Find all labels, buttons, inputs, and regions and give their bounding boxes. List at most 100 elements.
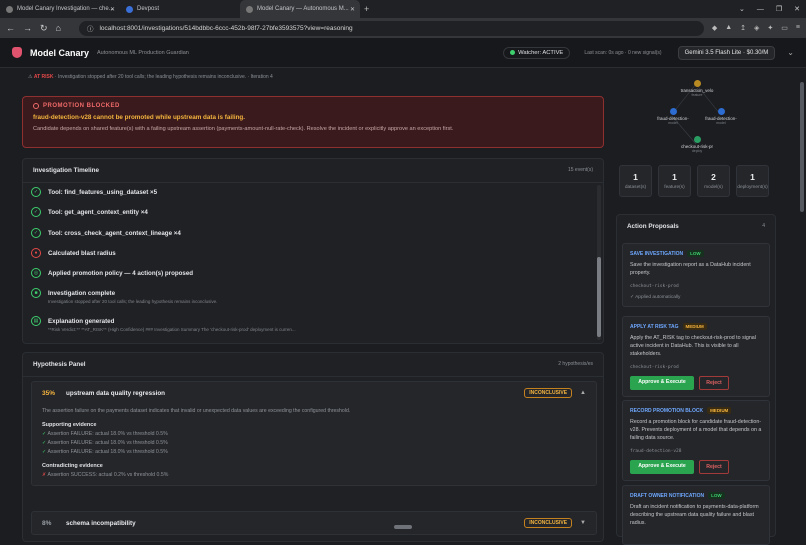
puzzle-icon[interactable]: ✦ [767, 24, 773, 32]
hypothesis-header[interactable]: 8% schema incompatibility INCONCLUSIVE ▼ [32, 512, 596, 534]
browser-tab[interactable]: Devpost [120, 0, 240, 18]
tab-favicon-icon [126, 5, 133, 13]
event-title: Tool: get_agent_context_entity ×4 [48, 209, 148, 216]
node-type: model [716, 121, 726, 125]
restore-icon[interactable]: ❐ [776, 5, 782, 13]
stat-label: deployment(s) [737, 185, 768, 190]
menu-icon[interactable]: ≡ [796, 24, 800, 32]
browser-tab[interactable]: Model Canary Investigation — che... ✕ [0, 0, 120, 18]
event-subtitle: **Risk Verdict:** **AT_RISK** (High Conf… [48, 327, 296, 332]
extension-icon[interactable]: ◈ [754, 24, 759, 32]
blocked-detail: Candidate depends on shared feature(s) w… [33, 126, 454, 132]
chevron-down-icon[interactable]: ▼ [580, 520, 586, 526]
right-column: transaction_velo feature fraud-detection-… [614, 68, 776, 545]
event-subtitle: Investigation stopped after 20 tool call… [48, 299, 218, 304]
blocked-icon [33, 103, 39, 109]
graph-node[interactable]: transaction_velo feature [676, 80, 718, 97]
action-desc: Record a promotion block for candidate f… [630, 419, 762, 441]
timeline-count: 15 event(s) [567, 167, 593, 173]
status-dot-icon [510, 50, 516, 55]
hypothesis-count: 2 hypothesis/es [558, 361, 593, 367]
investigation-timeline: Investigation Timeline 15 event(s) ✓ Tool:… [22, 158, 604, 344]
action-title: RECORD PROMOTION BLOCK [630, 407, 704, 414]
timeline-event: ✓ Tool: get_agent_context_entity ×4 [31, 207, 148, 217]
browser-tab-active[interactable]: Model Canary — Autonomous M... ✕ [240, 0, 360, 18]
browser-tab-bar: Model Canary Investigation — che... ✕ Dev… [0, 0, 806, 18]
timeline-scroll-thumb[interactable] [597, 257, 601, 337]
hypothesis-desc: The assertion failure on the payments da… [42, 408, 351, 414]
blocked-summary: fraud-detection-v28 cannot be promoted w… [33, 114, 246, 121]
promotion-blocked-banner: PROMOTION BLOCKED fraud-detection-v28 ca… [22, 96, 604, 148]
chevron-up-icon[interactable]: ▲ [580, 390, 586, 396]
graph-node[interactable]: checkout-risk-pr deploy [676, 136, 718, 153]
actions-count: 4 [762, 223, 765, 229]
new-tab-icon[interactable]: + [364, 4, 369, 14]
minimize-icon[interactable]: — [757, 6, 764, 13]
risk-level-badge: MEDIUM [682, 323, 707, 330]
hypothesis-header[interactable]: 35% upstream data quality regression INCON… [32, 382, 596, 404]
reject-button[interactable]: Reject [699, 375, 729, 390]
action-target: checkout-risk-prod [630, 283, 679, 289]
contra-heading: Contradicting evidence [42, 463, 103, 469]
left-column: ⚠ AT RISK · Investigation stopped after … [20, 68, 606, 542]
graph-node[interactable]: fraud-detection-model [652, 108, 694, 125]
chevron-down-icon[interactable]: ⌄ [739, 5, 745, 13]
last-scan: Last scan: 0s ago · 0 new signal(s) [584, 49, 662, 56]
chevron-down-icon[interactable]: ⌄ [787, 48, 794, 57]
action-proposals: Action Proposals 4 SAVE INVESTIGATION LOW … [616, 214, 776, 545]
risk-text: · Investigation stopped after 20 tool ca… [53, 74, 273, 80]
timeline-event: ● Calculated blast radius [31, 248, 116, 258]
evidence-text: Assertion SUCCESS: actual 0.2% vs thresh… [47, 472, 169, 478]
tab-title: Model Canary — Autonomous M... [257, 6, 349, 12]
node-type: feature [691, 93, 703, 97]
sidebar-icon[interactable]: ▭ [781, 24, 788, 32]
action-target: fraud-detection-v28 [630, 448, 682, 454]
drag-handle[interactable] [394, 525, 412, 529]
url-text: localhost:8001/investigations/514bdbbc-6… [99, 24, 353, 32]
timeline-event: ■ Investigation complete Investigation sto… [31, 288, 217, 304]
action-title: DRAFT OWNER NOTIFICATION [630, 492, 705, 499]
event-title: Investigation complete [48, 290, 116, 297]
status-badge: INCONCLUSIVE [524, 518, 573, 528]
feature-node-icon [693, 80, 701, 87]
evidence-text: Assertion FAILURE: actual 18.0% vs thres… [47, 431, 168, 437]
close-icon[interactable]: ✕ [110, 6, 115, 13]
risk-level-badge: LOW [687, 250, 704, 257]
hypothesis-name: upstream data quality regression [66, 389, 166, 397]
complete-icon: ■ [31, 288, 41, 298]
url-field[interactable]: ⓘ localhost:8001/investigations/514bdbbc-… [78, 20, 704, 36]
model-select[interactable]: Gemini 3.5 Flash Lite · $0.30/M [677, 45, 776, 60]
hypothesis-body: The assertion failure on the payments da… [32, 404, 596, 485]
bookmark-icon[interactable]: ⌂ [56, 23, 61, 33]
app-name[interactable]: Model Canary [30, 48, 89, 58]
alert-icon[interactable]: ▲ [725, 24, 732, 32]
risk-level-badge: MEDIUM [707, 407, 732, 414]
share-icon[interactable]: ↥ [740, 24, 746, 32]
hypothesis-pct: 8% [42, 519, 52, 527]
close-icon[interactable]: ✕ [350, 6, 355, 13]
site-info-icon[interactable]: ⓘ [87, 23, 94, 33]
reject-button[interactable]: Reject [699, 459, 729, 474]
event-title: Calculated blast radius [48, 250, 116, 257]
page-scroll-thumb[interactable] [800, 82, 804, 212]
approve-execute-button[interactable]: Approve & Execute [630, 375, 694, 390]
shield-icon[interactable]: ◆ [712, 24, 717, 32]
timeline-event: ◎ Applied promotion policy — 4 action(s) … [31, 268, 193, 278]
event-title: Explanation generated [48, 318, 115, 325]
reload-icon[interactable]: ↻ [40, 23, 48, 34]
watcher-label: Watcher: ACTIVE [518, 49, 564, 56]
timeline-title: Investigation Timeline [33, 167, 100, 174]
action-card: RECORD PROMOTION BLOCK MEDIUM Record a pr… [622, 400, 770, 481]
timeline-scrollbar[interactable] [597, 185, 601, 340]
stat-label: model(s) [704, 185, 723, 190]
window-controls: ⌄ — ❐ ✕ [739, 0, 800, 18]
stat-value: 1 [750, 172, 755, 182]
back-icon[interactable]: ← [6, 23, 15, 33]
page-scrollbar[interactable] [799, 72, 805, 537]
close-window-icon[interactable]: ✕ [794, 5, 800, 13]
approve-execute-button[interactable]: Approve & Execute [630, 459, 694, 474]
graph-node[interactable]: fraud-detection-model [700, 108, 742, 125]
hypothesis-card: 8% schema incompatibility INCONCLUSIVE ▼ [31, 511, 597, 535]
evidence-item: ✗ Assertion SUCCESS: actual 0.2% vs thre… [42, 472, 586, 478]
forward-icon[interactable]: → [23, 23, 32, 33]
